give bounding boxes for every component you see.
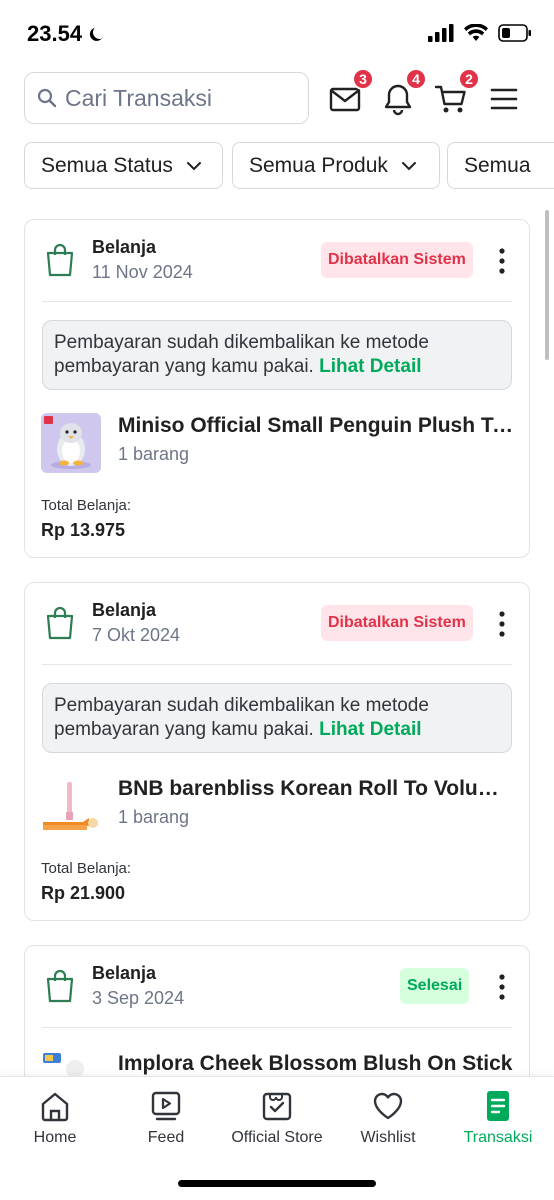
transaction-card-header: Belanja 7 Okt 2024 Dibatalkan Sistem <box>25 583 529 665</box>
notification-badge: 4 <box>405 68 427 90</box>
more-options-icon[interactable] <box>499 248 505 274</box>
transaction-date: 11 Nov 2024 <box>92 262 193 282</box>
product-thumbnail <box>41 776 101 836</box>
cart-badge: 2 <box>458 68 480 90</box>
clock-text: 23.54 <box>27 21 83 46</box>
status-bar: 23.54 <box>0 0 554 64</box>
divider <box>42 664 512 665</box>
filter-status[interactable]: Semua Status <box>24 142 223 189</box>
penguin-plush-image <box>41 413 101 473</box>
total-label: Total Belanja: <box>41 497 132 514</box>
transaction-card-header: Belanja 11 Nov 2024 Dibatalkan Sistem <box>25 220 529 302</box>
nav-official-store-label: Official Store <box>231 1129 323 1146</box>
divider <box>42 301 512 302</box>
heart-icon <box>373 1092 403 1120</box>
total-value: Rp 13.975 <box>41 520 126 540</box>
nav-feed[interactable]: Feed <box>111 1089 221 1147</box>
transaction-card[interactable]: Belanja 11 Nov 2024 Dibatalkan Sistem Pe… <box>24 219 530 558</box>
transaction-type: Belanja <box>92 963 157 983</box>
divider <box>42 1027 512 1028</box>
notification-button[interactable]: 4 <box>381 68 427 118</box>
chevron-down-icon <box>186 161 201 170</box>
transaction-type: Belanja <box>92 237 157 257</box>
signal-icon <box>428 24 454 42</box>
cart-button[interactable]: 2 <box>434 68 480 118</box>
nav-official-store[interactable]: Official Store <box>222 1089 332 1147</box>
nav-home[interactable]: Home <box>0 1089 110 1147</box>
transaction-card[interactable]: Belanja 7 Okt 2024 Dibatalkan Sistem Pem… <box>24 582 530 921</box>
play-feed-icon <box>151 1091 181 1121</box>
transaction-date: 7 Okt 2024 <box>92 625 181 645</box>
status-badge: Selesai <box>400 968 470 1004</box>
filter-status-label: Semua Status <box>41 153 173 177</box>
transaction-list-icon <box>487 1091 509 1121</box>
status-badge: Dibatalkan Sistem <box>321 605 473 641</box>
product-name: Miniso Official Small Penguin Plush Toy <box>118 414 514 437</box>
view-detail-link[interactable]: Lihat Detail <box>319 719 421 740</box>
home-indicator <box>178 1180 376 1187</box>
wifi-icon <box>464 24 488 41</box>
inbox-button[interactable]: 3 <box>328 68 374 118</box>
home-icon <box>41 1092 69 1122</box>
nav-feed-label: Feed <box>147 1129 185 1146</box>
search-icon <box>37 88 57 108</box>
filter-bar: Semua Status Semua Produk Semua <box>24 142 554 190</box>
search-box[interactable] <box>24 72 309 124</box>
mail-badge: 3 <box>352 68 374 90</box>
search-input[interactable] <box>65 84 285 112</box>
total-value: Rp 21.900 <box>41 883 126 903</box>
nav-home-label: Home <box>33 1129 77 1146</box>
battery-icon <box>498 24 531 42</box>
total-label: Total Belanja: <box>41 860 132 877</box>
moon-icon <box>89 27 104 41</box>
hamburger-menu-icon <box>490 88 518 110</box>
product-quantity: 1 barang <box>118 444 190 464</box>
view-detail-link[interactable]: Lihat Detail <box>319 356 421 377</box>
nav-wishlist-label: Wishlist <box>360 1129 416 1146</box>
product-quantity: 1 barang <box>118 807 190 827</box>
scrollbar[interactable] <box>545 210 549 360</box>
menu-button[interactable] <box>490 82 526 118</box>
shopping-bag-icon <box>46 243 74 277</box>
nav-wishlist[interactable]: Wishlist <box>333 1089 443 1147</box>
mascara-image <box>41 776 101 836</box>
transaction-card-header: Belanja 3 Sep 2024 Selesai <box>25 946 529 1028</box>
transaction-date: 3 Sep 2024 <box>92 988 185 1008</box>
product-name: BNB barenbliss Korean Roll To Volume Mas… <box>118 777 514 800</box>
filter-product[interactable]: Semua Produk <box>232 142 440 189</box>
refund-notice: Pembayaran sudah dikembalikan ke metode … <box>42 683 512 753</box>
product-thumbnail <box>41 413 101 473</box>
status-badge: Dibatalkan Sistem <box>321 242 473 278</box>
shopping-bag-icon <box>46 606 74 640</box>
more-options-icon[interactable] <box>499 611 505 637</box>
header: 3 4 2 <box>24 68 530 124</box>
filter-product-label: Semua Produk <box>249 153 388 177</box>
transaction-type: Belanja <box>92 600 157 620</box>
more-options-icon[interactable] <box>499 974 505 1000</box>
filter-date-label: Semua <box>464 153 531 177</box>
refund-notice: Pembayaran sudah dikembalikan ke metode … <box>42 320 512 390</box>
product-name: Implora Cheek Blossom Blush On Stick <box>118 1052 513 1075</box>
shopping-bag-icon <box>46 969 74 1003</box>
official-store-icon <box>262 1092 292 1121</box>
filter-date[interactable]: Semua <box>447 142 554 189</box>
status-icons <box>428 24 532 42</box>
chevron-down-icon <box>401 161 416 170</box>
status-time: 23.54 <box>27 21 106 47</box>
nav-transaksi[interactable]: Transaksi <box>443 1089 553 1147</box>
nav-transaksi-label: Transaksi <box>463 1129 533 1146</box>
